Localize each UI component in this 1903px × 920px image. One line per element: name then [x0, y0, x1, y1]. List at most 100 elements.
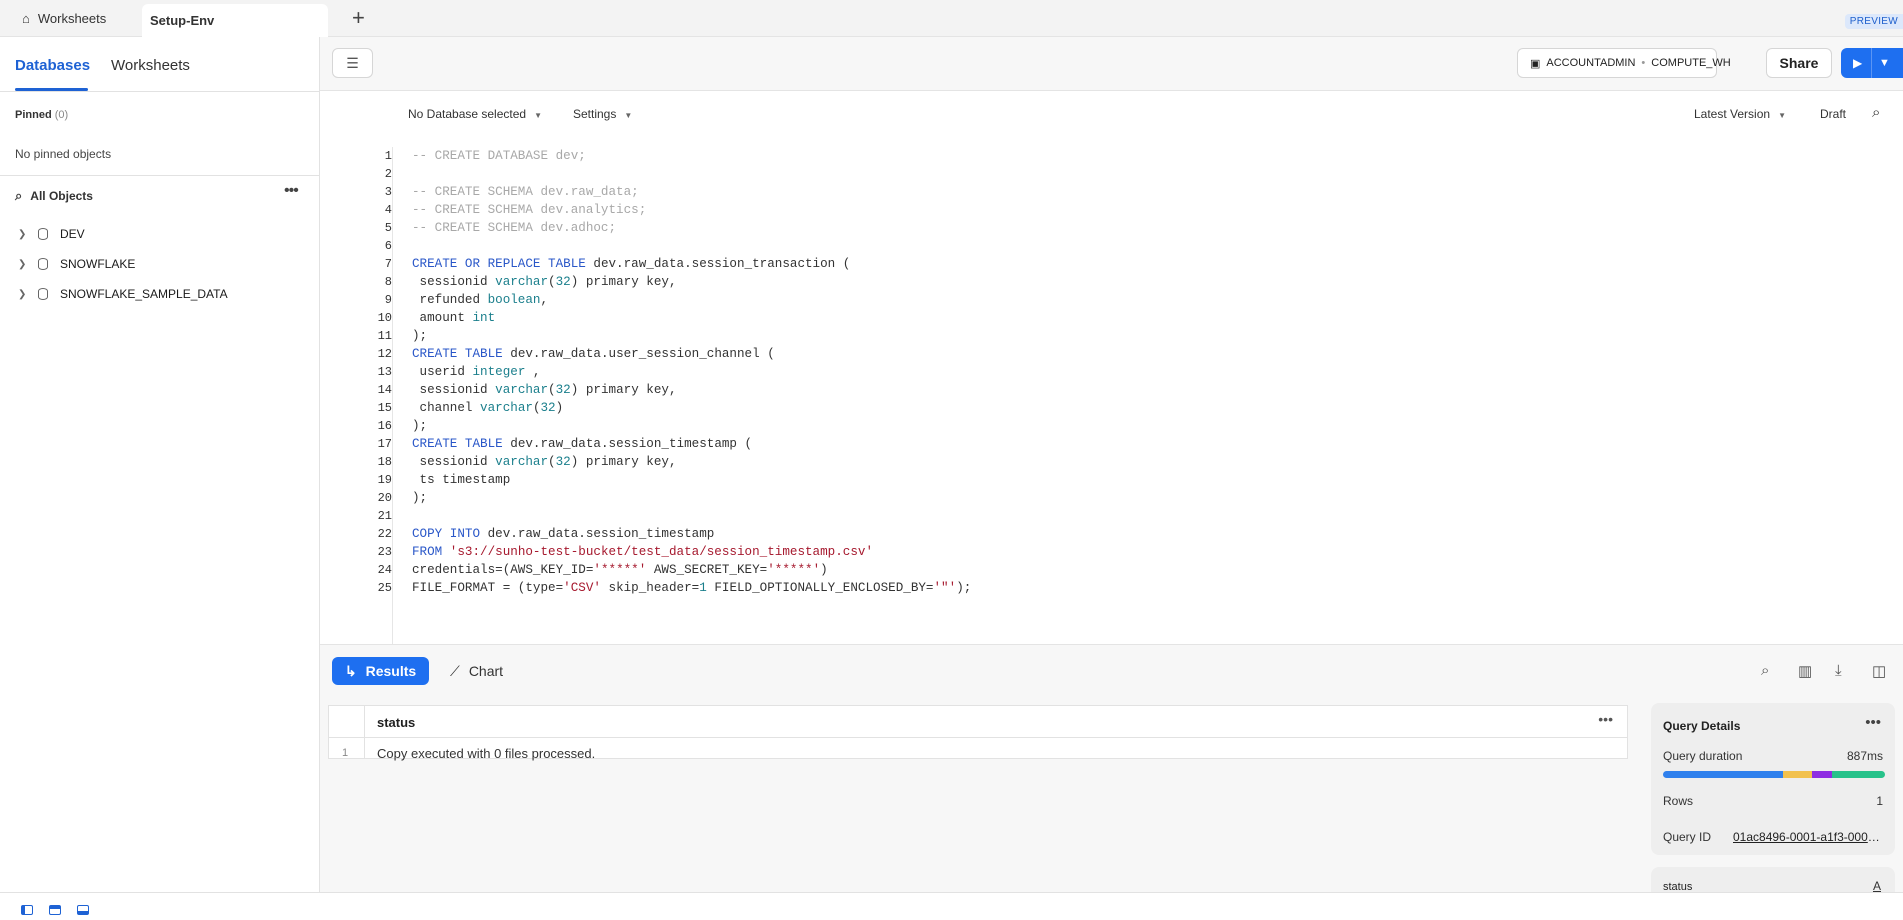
download-icon[interactable]: ⤓ [1835, 662, 1842, 679]
duration-value: 887ms [1846, 749, 1883, 763]
run-button[interactable]: ▶ ▼ [1841, 48, 1903, 78]
query-id-link[interactable]: 01ac8496-0001-a1f3-0000-0001 [1733, 830, 1885, 844]
code-line: CREATE OR REPLACE TABLE dev.raw_data.ses… [412, 257, 851, 271]
db-name: SNOWFLAKE [60, 257, 136, 271]
line-number: 7 [384, 257, 392, 271]
settings-label: Settings [573, 107, 617, 121]
text-type-icon: A [1872, 879, 1881, 893]
results-panel: ↳ Results ⟋ Chart ⌕ ▥ ⤓ ◫ status ••• 1 C… [320, 644, 1903, 907]
query-details-title: Query Details [1663, 719, 1741, 733]
search-icon[interactable]: ⌕ [1872, 104, 1880, 121]
search-icon: ⌕ [15, 188, 23, 203]
column-header-status[interactable]: status [377, 715, 415, 730]
object-sidebar: Databases Worksheets Pinned (0) No pinne… [0, 37, 320, 892]
chevron-right-icon[interactable]: ❯ [18, 289, 30, 300]
line-number: 13 [377, 365, 392, 379]
results-tab[interactable]: ↳ Results [332, 657, 429, 685]
code-line: CREATE TABLE dev.raw_data.session_timest… [412, 437, 753, 451]
chevron-right-icon[interactable]: ❯ [18, 259, 30, 270]
filter-button[interactable]: ☰ [332, 48, 373, 78]
line-number: 14 [377, 383, 392, 397]
db-item-dev[interactable]: ❯ DEV [18, 227, 85, 241]
tab-worksheets[interactable]: Worksheets [111, 57, 190, 74]
chart-tab[interactable]: ⟋ Chart [450, 657, 503, 685]
results-table: status ••• 1 Copy executed with 0 files … [328, 705, 1628, 761]
all-objects-search[interactable]: ⌕ All Objects [15, 188, 93, 204]
row-number-column [364, 706, 365, 758]
line-number: 20 [377, 491, 392, 505]
tab-setup-env[interactable]: Setup-Env [142, 4, 328, 37]
role-icon: ▣ [1530, 57, 1541, 70]
new-tab-button[interactable]: + [352, 6, 365, 30]
code-line: -- CREATE DATABASE dev; [412, 149, 586, 163]
code-line: sessionid varchar(32) primary key, [412, 455, 677, 469]
duration-segment [1831, 771, 1885, 778]
tab-label: Worksheets [37, 11, 107, 26]
columns-icon[interactable]: ▥ [1798, 662, 1812, 680]
table-cell[interactable]: Copy executed with 0 files processed. [377, 746, 595, 761]
database-selector[interactable]: No Database selected ▼ [408, 107, 542, 121]
code-line: ts timestamp [412, 473, 511, 487]
code-line: ); [412, 419, 428, 433]
rows-value: 1 [1876, 794, 1883, 808]
duration-label: Query duration [1663, 749, 1743, 763]
sql-editor[interactable]: 1 2 3 4 5 6 7 8 9 10 11 12 13 14 15 16 17 18 19 20 21 22 23 24 2… [320, 147, 1903, 644]
code-line: CREATE TABLE dev.raw_data.user_session_c… [412, 347, 775, 361]
editor-header: No Database selected ▼ Settings ▼ Latest V… [320, 91, 1903, 131]
column-menu-icon[interactable]: ••• [1598, 711, 1613, 727]
line-number: 10 [377, 311, 392, 325]
code-line: amount int [412, 311, 496, 325]
tab-label: Setup-Env [150, 13, 215, 28]
worksheet-main: ☰ ▣ ACCOUNTADMIN • COMPUTE_WH Share ▶ ▼ … [320, 37, 1903, 907]
line-number: 19 [377, 473, 392, 487]
worksheet-toolbar: ☰ ▣ ACCOUNTADMIN • COMPUTE_WH Share ▶ ▼ [320, 37, 1903, 91]
sliders-icon: ☰ [346, 54, 359, 71]
pinned-header: Pinned (0) [15, 109, 69, 121]
code-line: ); [412, 329, 428, 343]
top-panel-icon[interactable] [49, 905, 61, 915]
query-id-label: Query ID [1663, 830, 1712, 844]
separator-dot: • [1641, 57, 1646, 69]
line-number: 18 [377, 455, 392, 469]
play-icon: ▶ [1853, 56, 1863, 70]
caret-down-icon: ▼ [534, 111, 542, 120]
tab-databases[interactable]: Databases [15, 57, 90, 74]
active-tab-indicator [15, 88, 88, 91]
line-number: 4 [384, 203, 392, 217]
code-line: -- CREATE SCHEMA dev.adhoc; [412, 221, 617, 235]
context-selector[interactable]: ▣ ACCOUNTADMIN • COMPUTE_WH [1517, 48, 1731, 78]
code-line: -- CREATE SCHEMA dev.analytics; [412, 203, 647, 217]
share-button[interactable]: Share [1766, 48, 1832, 78]
code-line: userid integer , [412, 365, 541, 379]
code-line: COPY INTO dev.raw_data.session_timestamp [412, 527, 715, 541]
bottom-layout-bar [0, 892, 1903, 920]
draft-status: Draft [1820, 107, 1847, 121]
bottom-panel-icon[interactable] [77, 905, 89, 915]
all-objects-label: All Objects [30, 189, 93, 203]
more-options-icon[interactable]: ••• [284, 182, 299, 200]
db-item-snowflake-sample-data[interactable]: ❯ SNOWFLAKE_SAMPLE_DATA [18, 287, 228, 301]
database-icon [38, 288, 48, 300]
search-icon[interactable]: ⌕ [1761, 662, 1769, 679]
code-line: channel varchar(32) [412, 401, 564, 415]
left-panel-icon[interactable] [21, 905, 33, 915]
query-details-card: Query Details ••• Query duration 887ms R… [1651, 703, 1895, 855]
line-number: 12 [377, 347, 392, 361]
role-label: ACCOUNTADMIN [1546, 57, 1636, 69]
line-number: 11 [377, 329, 392, 343]
preview-badge: PREVIEW [1844, 14, 1903, 29]
panel-toggle-icon[interactable]: ◫ [1872, 662, 1886, 680]
tab-worksheets-home[interactable]: ⌂ Worksheets [22, 4, 106, 33]
chevron-down-icon[interactable]: ▼ [1879, 57, 1890, 69]
results-label: Results [365, 663, 417, 679]
divider [0, 175, 319, 176]
more-options-icon[interactable]: ••• [1865, 714, 1881, 731]
chevron-right-icon[interactable]: ❯ [18, 229, 30, 240]
settings-menu[interactable]: Settings ▼ [573, 107, 632, 121]
no-pinned-text: No pinned objects [15, 147, 112, 161]
line-number: 21 [377, 509, 392, 523]
version-selector[interactable]: Latest Version ▼ [1694, 107, 1786, 121]
warehouse-label: COMPUTE_WH [1651, 57, 1731, 69]
db-item-snowflake[interactable]: ❯ SNOWFLAKE [18, 257, 135, 271]
line-number: 16 [377, 419, 392, 433]
